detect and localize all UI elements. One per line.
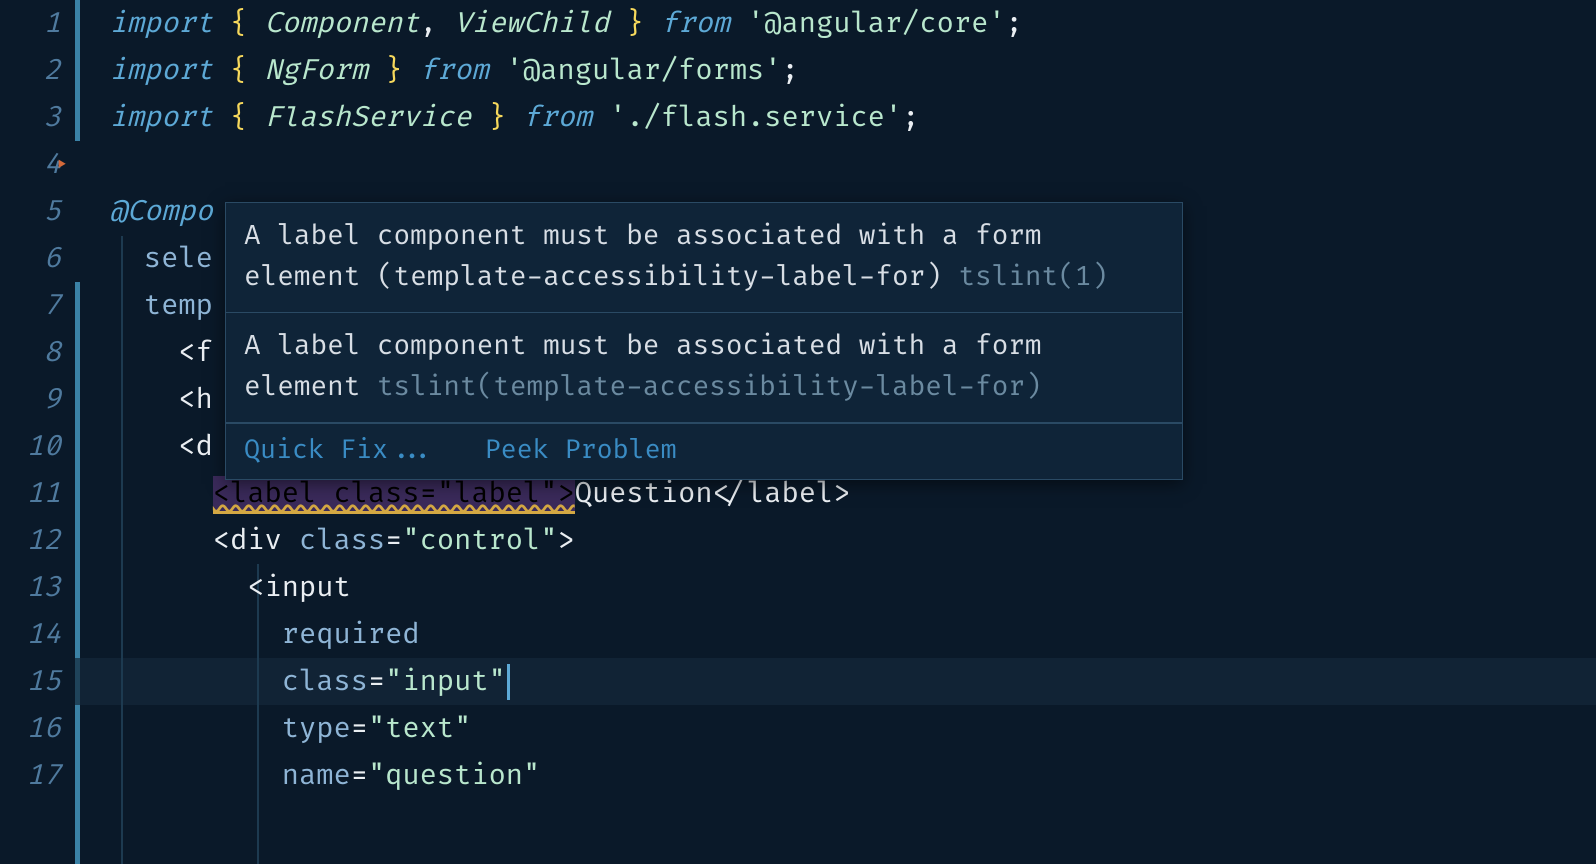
line-number: 1 — [0, 0, 61, 47]
problem-message: A label component must be associated wit… — [226, 203, 1182, 313]
code-line[interactable]: import { Component, ViewChild } from '@a… — [75, 0, 1596, 47]
code-line[interactable]: import { NgForm } from '@angular/forms'; — [75, 47, 1596, 94]
line-number: 9 — [0, 376, 61, 423]
quick-fix-link[interactable]: Quick Fix... — [244, 434, 436, 466]
line-number: 13 — [0, 564, 61, 611]
line-number: 10 — [0, 423, 61, 470]
line-number: 3 — [0, 94, 61, 141]
code-line[interactable]: class="input" — [75, 658, 1596, 705]
line-number: 15 — [0, 658, 61, 705]
code-line[interactable]: type="text" — [75, 705, 1596, 752]
line-number: 2 — [0, 47, 61, 94]
code-line[interactable]: <div class="control"> — [75, 517, 1596, 564]
line-number: 7 — [0, 282, 61, 329]
text-cursor — [507, 664, 510, 700]
line-number: 12 — [0, 517, 61, 564]
problem-actions: Quick Fix... Peek Problem — [226, 423, 1182, 479]
line-number: 16 — [0, 705, 61, 752]
peek-problem-link[interactable]: Peek Problem — [485, 434, 677, 466]
line-number: 5 — [0, 188, 61, 235]
problem-hover-popup: A label component must be associated wit… — [225, 202, 1183, 480]
line-number: 4 — [0, 141, 61, 188]
code-line[interactable]: name="question" — [75, 752, 1596, 799]
fold-marker-icon[interactable]: ▸ — [57, 141, 68, 188]
line-number: 17 — [0, 752, 61, 799]
code-line[interactable]: import { FlashService } from './flash.se… — [75, 94, 1596, 141]
problem-message: A label component must be associated wit… — [226, 313, 1182, 423]
line-number: 14 — [0, 611, 61, 658]
lint-warning-highlight[interactable]: <label class="label"> — [213, 476, 575, 514]
code-line[interactable]: required — [75, 611, 1596, 658]
line-number: 6 — [0, 235, 61, 282]
line-number: 8 — [0, 329, 61, 376]
line-number: 11 — [0, 470, 61, 517]
line-number-gutter: 1 2 3 4 5 6 7 8 9 10 11 12 13 14 15 16 1… — [0, 0, 75, 864]
code-line[interactable]: <input — [75, 564, 1596, 611]
code-line[interactable] — [75, 141, 1596, 188]
